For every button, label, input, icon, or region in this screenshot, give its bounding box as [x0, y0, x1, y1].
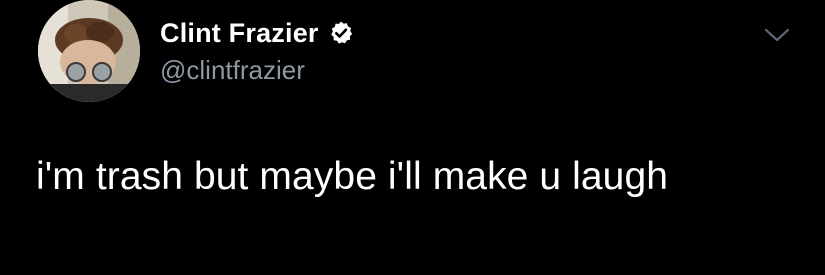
avatar[interactable]	[38, 0, 140, 102]
author-name-row[interactable]: Clint Frazier	[160, 15, 354, 51]
display-name[interactable]: Clint Frazier	[160, 18, 319, 49]
tweet-text: i'm trash but maybe i'll make u laugh	[36, 155, 669, 198]
chevron-down-icon[interactable]	[762, 24, 792, 46]
tweet-card: Clint Frazier @clintfrazier i'm trash bu…	[0, 0, 825, 275]
username-handle[interactable]: @clintfrazier	[160, 55, 305, 86]
avatar-photo	[38, 0, 140, 102]
verified-badge-icon	[328, 20, 354, 46]
